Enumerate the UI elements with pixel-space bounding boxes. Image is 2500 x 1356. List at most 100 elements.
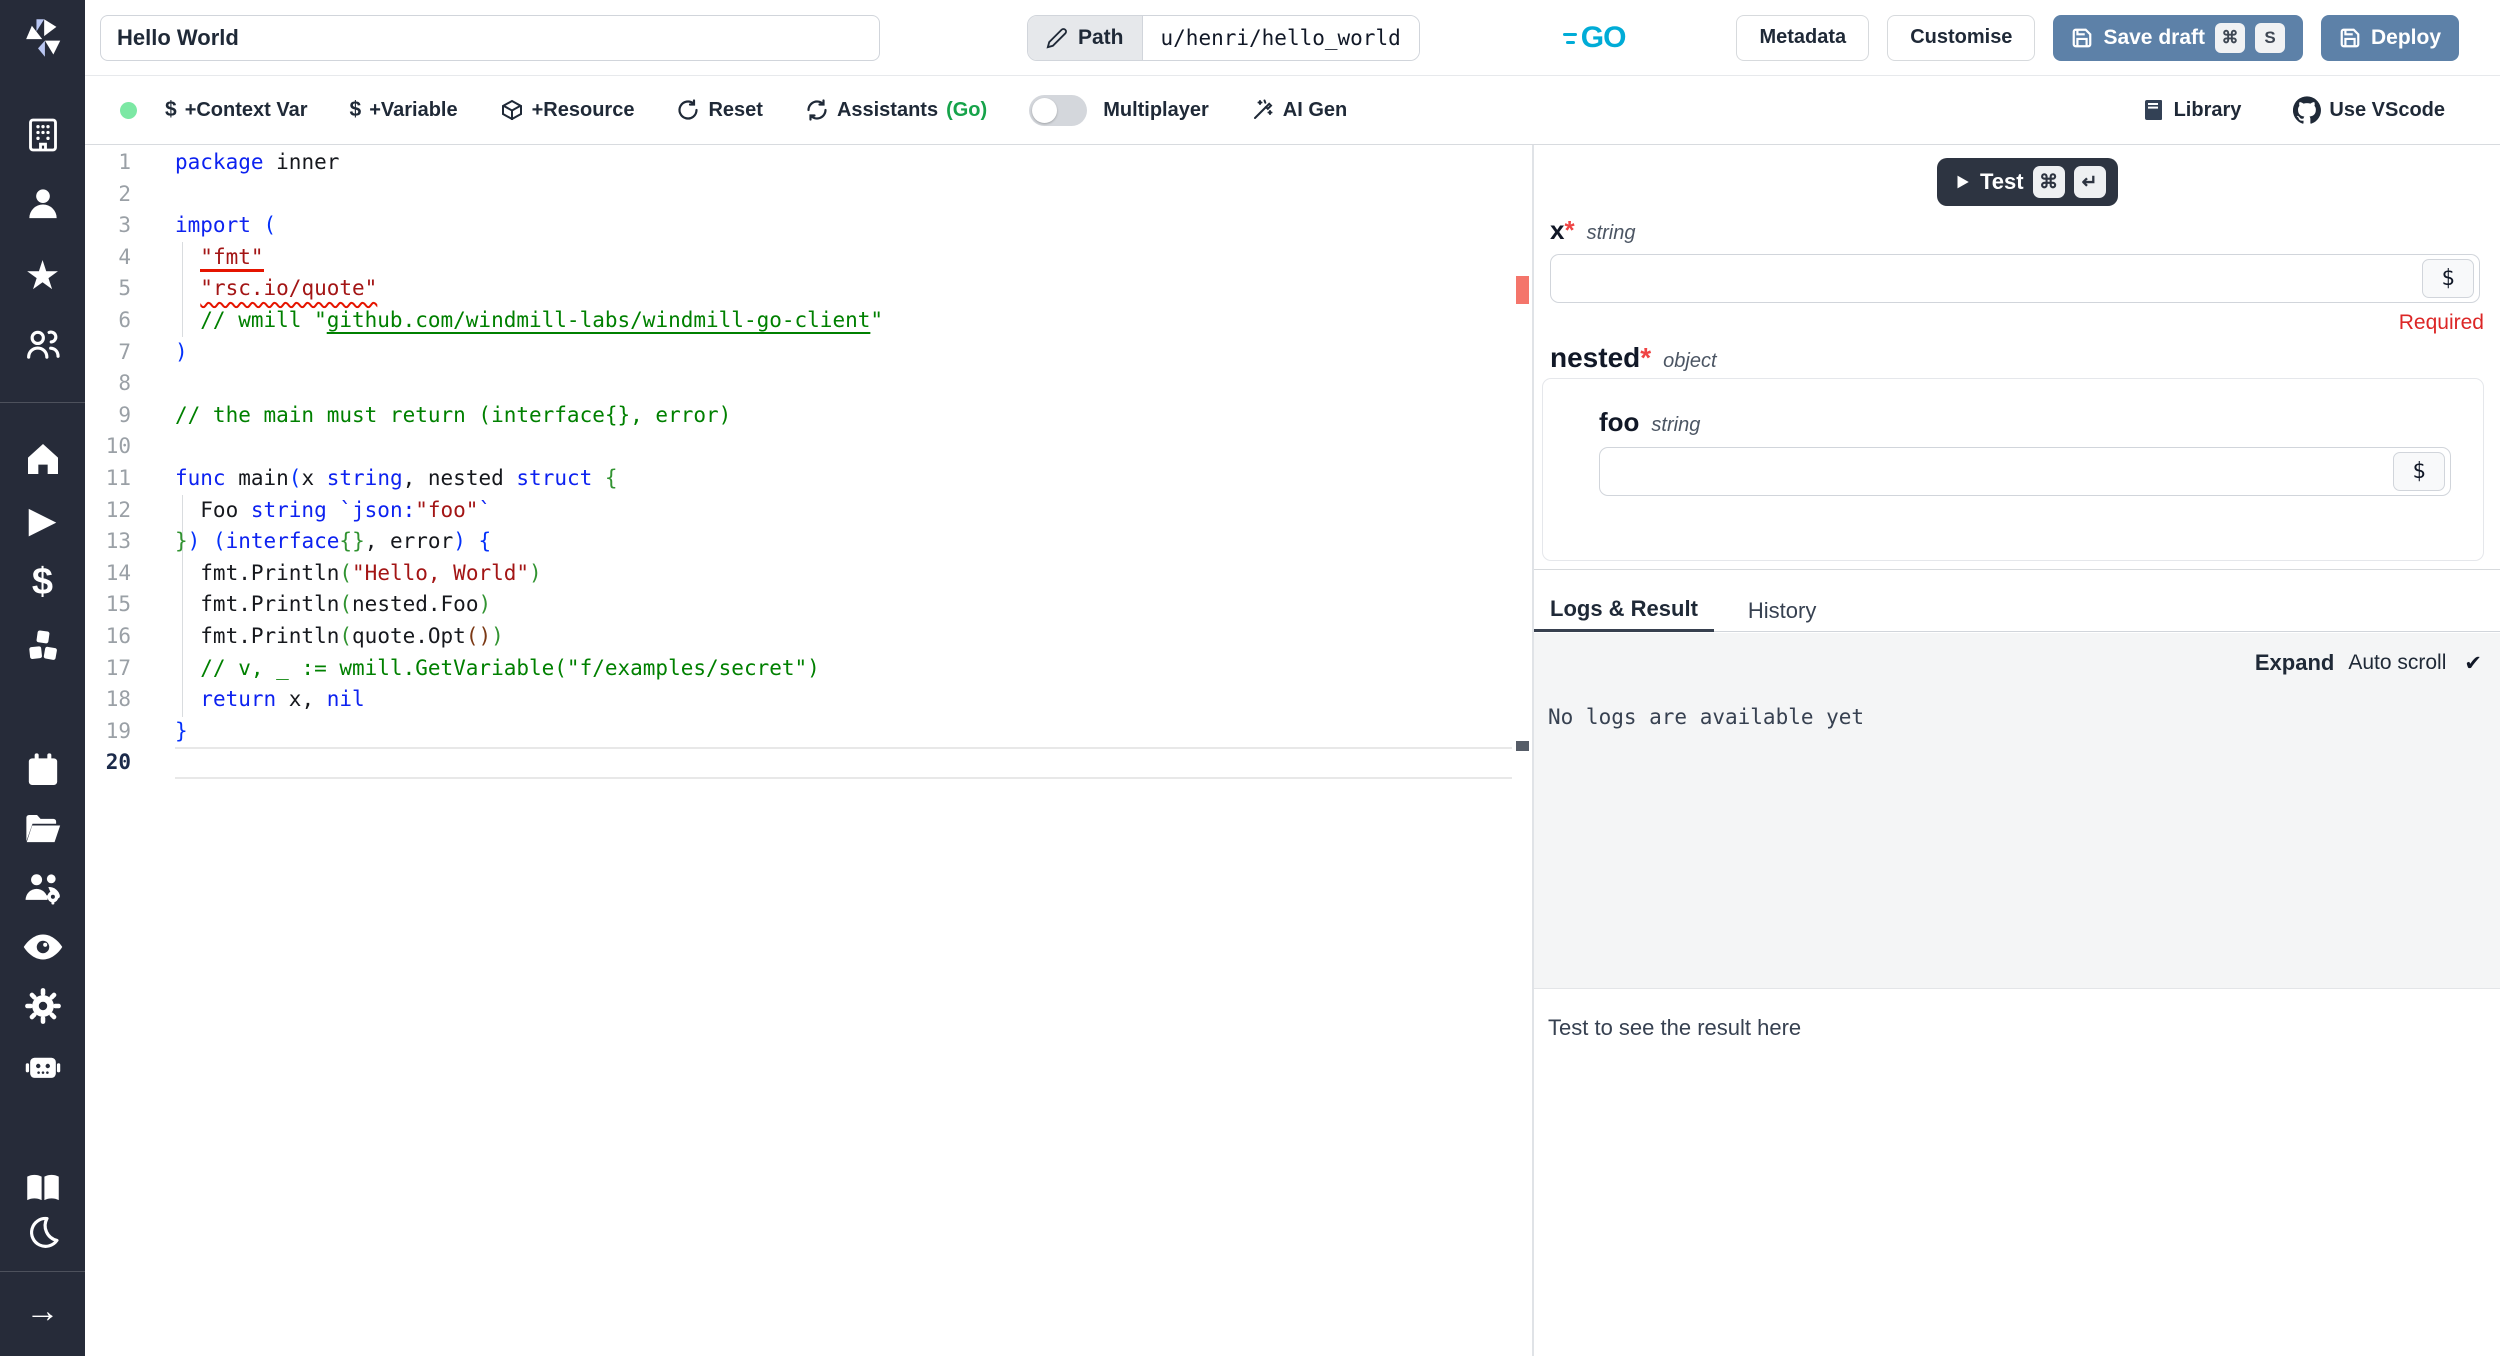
code-line[interactable]: import ( [175,210,1508,242]
code-line[interactable]: package inner [175,147,1508,179]
autoscroll-checkbox[interactable]: ✔ [2464,651,2482,676]
line-number: 2 [118,181,131,206]
arg-x-input[interactable] [1551,255,2479,302]
library-button[interactable]: Library [2142,98,2241,122]
settings-gear-icon[interactable] [22,985,64,1027]
add-resource-button[interactable]: +Resource [500,98,634,122]
code-line[interactable]: "fmt" [175,242,1508,274]
workspace-building-icon[interactable] [23,115,63,155]
runs-play-icon[interactable]: ▶ [29,502,57,538]
book-icon [2144,100,2162,120]
overview-error-marker [1516,276,1529,304]
section-divider[interactable] [1534,569,2500,570]
add-variable-button[interactable]: $ +Variable [350,98,458,122]
customise-button[interactable]: Customise [1887,14,2036,61]
code-line[interactable] [175,179,1508,211]
line-number: 10 [105,434,131,459]
code-line[interactable]: }) (interface{}, error) { [175,526,1508,558]
arg-foo-input[interactable] [1600,448,2450,495]
line-number: 15 [105,592,131,617]
schedules-calendar-icon[interactable] [23,750,63,790]
code-line[interactable]: // the main must return (interface{}, er… [175,400,1508,432]
audit-eye-icon[interactable] [21,925,65,969]
docs-book-icon[interactable] [22,1167,64,1209]
dark-mode-moon-icon[interactable] [24,1213,62,1251]
result-placeholder: Test to see the result here [1548,1015,1802,1040]
save-icon [2073,28,2092,47]
dollar-icon: $ [349,98,362,121]
star-icon[interactable]: ★ [25,256,61,296]
code-line[interactable]: // v, _ := wmill.GetVariable("f/examples… [175,653,1508,685]
arg-foo-insert-var-button[interactable]: $ [2393,452,2445,491]
tab-history[interactable]: History [1732,590,1832,632]
test-button[interactable]: Test ⌘ ↵ [1937,158,2118,206]
code-line[interactable] [175,431,1508,463]
save-draft-button[interactable]: Save draft ⌘ S [2053,14,2303,61]
path-label[interactable]: Path [1028,15,1142,60]
reset-icon [678,99,699,120]
reset-button[interactable]: Reset [676,98,763,122]
add-context-var-button[interactable]: $ +Context Var [165,98,308,122]
arg-nested-label: nested* object [1550,342,1717,373]
code-line[interactable]: fmt.Println("Hello, World") [175,558,1508,590]
tab-logs-result[interactable]: Logs & Result [1534,590,1714,632]
group-settings-icon[interactable] [21,866,65,910]
script-title-input[interactable] [100,14,880,61]
path-value[interactable]: u/henri/hello_world [1141,15,1419,60]
panel-divider[interactable] [1532,145,1534,1356]
use-vscode-button[interactable]: Use VScode [2293,96,2445,124]
code-line[interactable]: fmt.Println(nested.Foo) [175,589,1508,621]
line-number: 7 [118,339,131,364]
arg-x-field: $ [1550,254,2480,303]
kbd-enter: ↵ [2073,166,2106,198]
line-number: 6 [118,307,131,332]
line-number: 8 [118,371,131,396]
code-line[interactable]: func main(x string, nested struct { [175,463,1508,495]
refresh-icon [807,99,827,121]
home-icon[interactable] [23,439,63,479]
required-error: Required [2398,311,2484,334]
pencil-icon [1046,27,1067,48]
magic-wand-icon [1253,99,1273,119]
workers-robot-icon[interactable] [21,1044,65,1088]
status-dot [120,101,137,119]
deploy-button[interactable]: Deploy [2320,14,2459,61]
overview-cursor-marker [1516,741,1529,751]
user-icon[interactable] [23,184,63,224]
assistants-button[interactable]: Assistants (Go) [805,98,987,122]
user-group-icon[interactable] [22,323,64,365]
windmill-logo-icon[interactable] [20,15,66,61]
go-language-logo: GO [1562,21,1626,55]
editor-code[interactable]: package inner import ( "fmt" "rsc.io/quot… [175,147,1508,779]
line-number: 12 [105,497,131,522]
code-line[interactable]: return x, nil [175,684,1508,716]
code-line[interactable]: fmt.Println(quote.Opt()) [175,621,1508,653]
line-number: 14 [105,560,131,585]
line-number: 17 [105,655,131,680]
resources-cubes-icon[interactable] [22,625,64,667]
code-line[interactable] [175,368,1508,400]
multiplayer-toggle[interactable] [1029,94,1088,126]
arg-foo-field: $ [1599,447,2451,496]
line-number: 9 [118,402,131,427]
code-line[interactable] [175,747,1508,779]
code-line[interactable]: // wmill "github.com/windmill-labs/windm… [175,305,1508,337]
code-line[interactable]: "rsc.io/quote" [175,273,1508,305]
metadata-button[interactable]: Metadata [1736,14,1870,61]
code-line[interactable]: Foo string `json:"foo"` [175,495,1508,527]
folders-open-icon[interactable] [22,808,64,850]
code-editor[interactable]: 1 2 3 4 5 6 7 8 9 10 11 12 13 14 15 16 17 18 19 20 package … [85,145,1532,1356]
line-number: 18 [105,687,131,712]
arg-x-label: x* string [1550,215,1636,245]
ai-gen-button[interactable]: AI Gen [1251,98,1347,122]
line-number: 5 [118,276,131,301]
variables-dollar-icon[interactable]: $ [32,563,53,601]
arg-x-insert-var-button[interactable]: $ [2422,259,2474,298]
logs-area: Expand Auto scroll ✔ No logs are availab… [1534,633,2500,989]
code-line[interactable]: ) [175,337,1508,369]
path-button[interactable]: Path u/henri/hello_world [1027,14,1420,61]
expand-button[interactable]: Expand [2255,650,2334,676]
line-number: 1 [118,150,131,174]
expand-sidebar-arrow-icon[interactable]: → [26,1294,60,1328]
code-line[interactable]: } [175,716,1508,748]
